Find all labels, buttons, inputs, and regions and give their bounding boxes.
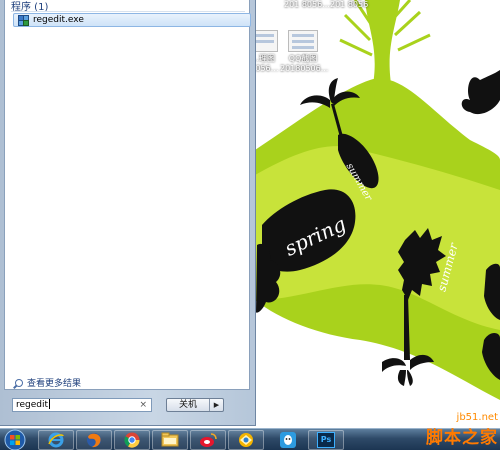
desktop-icon-label: QQ截图 (288, 54, 318, 63)
watermark-site: jb51.net (456, 412, 498, 423)
desktop-icon-qq-screenshot[interactable]: QQ截图 20180506... (280, 30, 329, 74)
text-caret (49, 399, 51, 409)
shutdown-options-arrow-icon[interactable]: ▶ (209, 399, 223, 411)
search-icon (15, 378, 23, 387)
see-more-results-link[interactable]: 查看更多结果 (15, 376, 81, 389)
shutdown-button-group: 关机 ▶ (166, 398, 224, 412)
desktop-icon-label: 201 8056 (330, 0, 369, 9)
photoshop-icon: Ps (317, 432, 335, 448)
taskbar: Ps (0, 428, 500, 450)
internet-explorer-icon (48, 432, 64, 448)
site-watermark: jb51.net 脚本之家 (426, 412, 498, 448)
chrome-icon (124, 432, 140, 448)
taskbar-chrome[interactable] (114, 430, 150, 450)
search-results-pane: 程序 (1) regedit.exe 查看更多结果 (4, 0, 251, 390)
start-search-input[interactable]: regedit × (12, 398, 152, 412)
taskbar-firefox[interactable] (76, 430, 112, 450)
taskbar-photoshop[interactable]: Ps (308, 430, 344, 450)
taskbar-qq-browser[interactable] (228, 430, 264, 450)
programs-section-header[interactable]: 程序 (1) (11, 0, 248, 13)
search-input-value: regedit (16, 400, 49, 410)
photoshop-icon-text: Ps (320, 435, 332, 444)
image-thumbnail-icon (288, 30, 318, 52)
clear-search-icon[interactable]: × (139, 399, 147, 411)
taskbar-internet-explorer[interactable] (38, 430, 74, 450)
see-more-results-label: 查看更多结果 (27, 379, 82, 389)
firefox-icon (87, 433, 101, 448)
weibo-icon (200, 433, 217, 447)
qq-browser-icon (239, 433, 253, 447)
registry-editor-icon (18, 14, 29, 26)
desktop-icon-label: 201 8056... (284, 0, 330, 9)
taskbar-qq[interactable] (270, 430, 306, 450)
search-result-label: regedit.exe (33, 15, 84, 25)
start-orb-icon[interactable] (3, 429, 27, 450)
shutdown-button[interactable]: 关机 (167, 399, 209, 411)
qq-icon (280, 432, 296, 448)
taskbar-weibo[interactable] (190, 430, 226, 450)
search-result-regedit[interactable]: regedit.exe (13, 13, 251, 27)
desktop-icon-sublabel: 20180506... (280, 64, 329, 73)
watermark-brand: 脚本之家 (426, 428, 498, 448)
start-menu: 程序 (1) regedit.exe 查看更多结果 regedit × 关机 ▶ (0, 0, 256, 426)
taskbar-file-explorer[interactable] (152, 430, 188, 450)
folder-icon (161, 432, 179, 447)
